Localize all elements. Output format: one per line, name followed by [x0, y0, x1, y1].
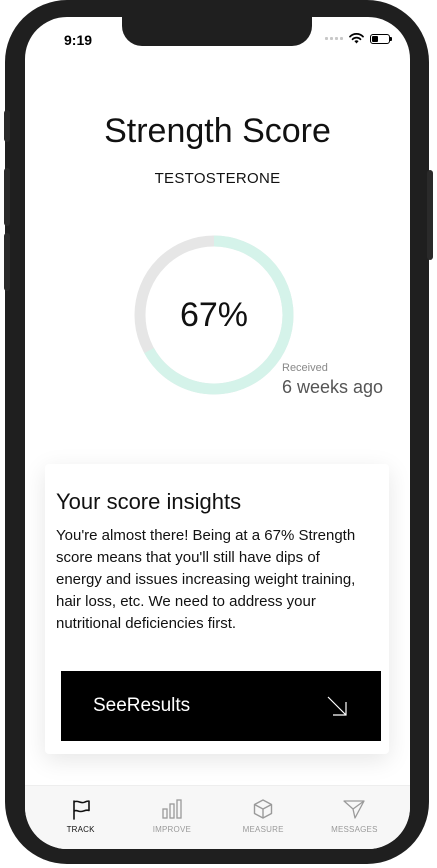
- mute-switch: [4, 110, 10, 142]
- bar-chart-icon: [162, 799, 182, 819]
- see-results-button[interactable]: SeeResults: [61, 671, 381, 741]
- received-value: 6 weeks ago: [282, 377, 384, 397]
- status-icons: [325, 33, 392, 44]
- status-time: 9:19: [64, 32, 93, 48]
- page-title: Strength Score: [104, 112, 331, 150]
- tab-improve-label: IMPROVE: [152, 825, 192, 834]
- see-results-label: SeeResults: [93, 695, 191, 716]
- app-screen: 9:19 Strength Score TESTOSTERONE 67% Rec…: [25, 17, 410, 849]
- battery-icon: [370, 33, 392, 44]
- tab-messages-label: MESSAGES: [331, 825, 378, 834]
- power-button: [427, 170, 433, 260]
- signal-icon: [325, 37, 343, 40]
- score-value: 67%: [179, 295, 249, 334]
- insights-body: You're almost there! Being at a 67% Stre…: [56, 527, 356, 632]
- arrow-down-right-icon: [327, 696, 347, 716]
- insights-title: Your score insights: [56, 489, 242, 514]
- wifi-icon: [349, 33, 364, 44]
- tab-track-label: TRACK: [66, 825, 95, 834]
- tab-measure[interactable]: MEASURE: [223, 798, 303, 834]
- notch: [122, 17, 312, 46]
- tab-bar: TRACK IMPROVE MEASURE MESSAGES: [25, 785, 410, 849]
- volume-up-button: [4, 168, 10, 226]
- tab-improve[interactable]: IMPROVE: [132, 798, 212, 834]
- received-label: Received: [282, 362, 328, 374]
- cube-icon: [253, 799, 273, 819]
- tab-measure-label: MEASURE: [242, 825, 284, 834]
- page-subtitle: TESTOSTERONE: [154, 170, 281, 187]
- tab-track[interactable]: TRACK: [41, 798, 121, 834]
- tab-messages[interactable]: MESSAGES: [314, 798, 394, 834]
- flag-icon: [72, 800, 90, 820]
- send-icon: [343, 800, 366, 819]
- volume-down-button: [4, 233, 10, 291]
